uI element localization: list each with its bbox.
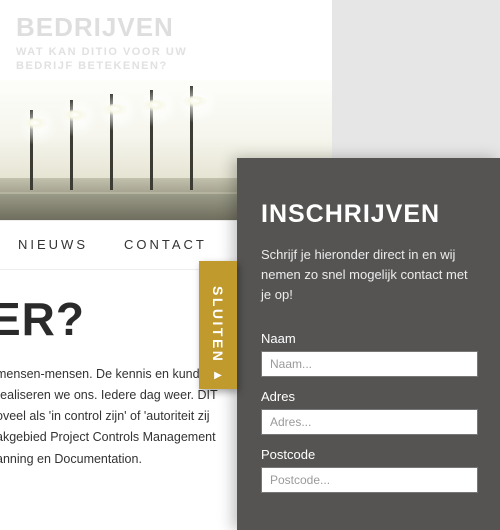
logo: BEDRIJVEN: [16, 12, 316, 43]
signup-panel: INSCHRIJVEN Schrijf je hieronder direct …: [237, 158, 500, 530]
nav-item-nieuws[interactable]: NIEUWS: [0, 237, 106, 252]
label-adres: Adres: [261, 389, 478, 404]
chevron-right-icon: ▶: [214, 370, 222, 381]
label-naam: Naam: [261, 331, 478, 346]
tagline-line1: WAT KAN DITIO VOOR UW: [16, 46, 187, 58]
header: BEDRIJVEN WAT KAN DITIO VOOR UW BEDRIJF …: [0, 0, 332, 80]
naam-input[interactable]: [261, 351, 478, 377]
panel-title: INSCHRIJVEN: [261, 200, 478, 229]
adres-input[interactable]: [261, 409, 478, 435]
nav-item-contact[interactable]: CONTACT: [106, 237, 225, 252]
panel-intro: Schrijf je hieronder direct in en wij ne…: [261, 245, 478, 305]
tagline-line2: BEDRIJF BETEKENEN?: [16, 60, 168, 72]
close-tab[interactable]: SLUITEN ▶: [199, 261, 237, 389]
close-tab-label: SLUITEN: [210, 286, 226, 363]
label-postcode: Postcode: [261, 447, 478, 462]
postcode-input[interactable]: [261, 467, 478, 493]
tagline: WAT KAN DITIO VOOR UW BEDRIJF BETEKENEN?: [16, 45, 316, 74]
